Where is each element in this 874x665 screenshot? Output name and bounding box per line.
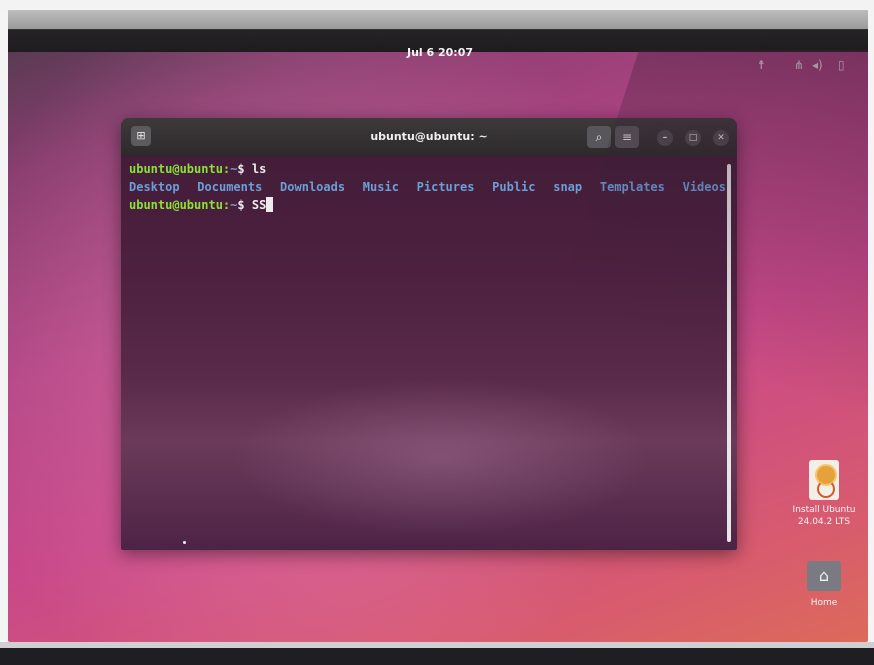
prompt-user: ubuntu@ubuntu: xyxy=(129,162,231,176)
install-ubuntu-shortcut[interactable]: Install Ubuntu 24.04.2 LTS xyxy=(784,460,864,528)
install-ubuntu-label: Install Ubuntu xyxy=(792,505,856,515)
terminal-line: ubuntu@ubuntu:~$ ls xyxy=(129,160,725,178)
terminal-window[interactable]: ⊞ ubuntu@ubuntu: ~ ⌕ ≡ – □ ✕ ubuntu@ubun… xyxy=(121,118,737,550)
clock[interactable]: Jul 6 20:07 xyxy=(400,46,480,59)
accessibility-icon[interactable]: ☨ xyxy=(758,58,765,72)
directory-entry: Music xyxy=(362,180,399,194)
volume-icon[interactable]: ◂) xyxy=(812,58,823,72)
prompt-symbol: $ xyxy=(237,162,245,176)
directory-entry: Desktop xyxy=(129,180,180,194)
installer-icon xyxy=(809,460,839,500)
text-cursor xyxy=(266,197,274,212)
home-label: Home xyxy=(810,598,838,608)
home-shortcut[interactable]: ⌂ Home xyxy=(784,561,864,609)
desktop-screen: Jul 6 20:07 ☨ ⋔ ◂) ▯ ⊞ ubuntu@ubuntu: ~ … xyxy=(8,10,868,642)
window-title: ubuntu@ubuntu: ~ xyxy=(370,130,488,143)
system-tray[interactable]: ☨ ⋔ ◂) ▯ xyxy=(748,58,868,72)
menu-icon[interactable]: ≡ xyxy=(615,126,639,148)
prompt-symbol: $ xyxy=(237,198,245,212)
directory-entry: Downloads xyxy=(280,180,346,194)
prompt-user: ubuntu@ubuntu: xyxy=(129,198,231,212)
mouse-pointer xyxy=(183,541,186,544)
directory-entry: Pictures xyxy=(416,180,475,194)
install-ubuntu-version: 24.04.2 LTS xyxy=(797,517,851,527)
network-icon[interactable]: ⋔ xyxy=(794,58,804,72)
search-icon[interactable]: ⌕ xyxy=(587,126,611,148)
terminal-content[interactable]: ubuntu@ubuntu:~$ ls Desktop Documents Do… xyxy=(129,160,726,540)
command-input[interactable]: SS xyxy=(252,198,266,212)
directory-entry: Videos xyxy=(682,180,726,194)
terminal-titlebar[interactable]: ⊞ ubuntu@ubuntu: ~ ⌕ ≡ – □ ✕ xyxy=(121,118,737,156)
command-text: ls xyxy=(251,162,267,176)
maximize-icon[interactable]: □ xyxy=(685,130,701,146)
ls-output: Desktop Documents Downloads Music Pictur… xyxy=(129,178,726,196)
directory-entry: snap xyxy=(553,180,583,194)
close-icon[interactable]: ✕ xyxy=(713,130,729,146)
minimize-icon[interactable]: – xyxy=(657,130,673,146)
directory-entry: Public xyxy=(492,180,536,194)
home-folder-icon: ⌂ xyxy=(807,561,841,591)
directory-entry: Templates xyxy=(599,180,665,194)
terminal-line[interactable]: ubuntu@ubuntu:~$ SS xyxy=(129,196,725,214)
photo-bottom-border xyxy=(0,642,874,665)
battery-icon[interactable]: ▯ xyxy=(838,58,845,72)
directory-entry: Documents xyxy=(197,180,263,194)
terminal-scrollbar[interactable] xyxy=(727,164,731,542)
